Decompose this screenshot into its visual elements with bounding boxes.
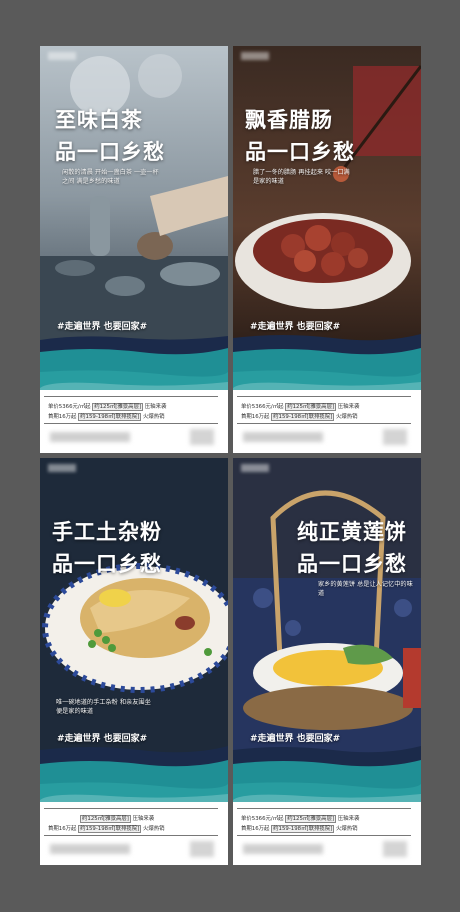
info-line-1: 单价5366元/㎡起 约125㎡[雅景高层] 压轴来袭	[241, 403, 360, 411]
blurred-qr-code	[190, 429, 214, 445]
poster-hashtag: #走遍世界 也要回家#	[57, 734, 148, 744]
poster-slogan: 品一口乡愁	[245, 140, 355, 164]
blurred-phone-number	[50, 844, 130, 854]
poster-hashtag: #走遍世界 也要回家#	[250, 322, 341, 332]
info-line-1: 约125㎡[雅景高层] 压轴来袭	[80, 815, 155, 823]
blurred-qr-code	[383, 429, 407, 445]
poster-hashtag: #走遍世界 也要回家#	[250, 734, 341, 744]
poster-sausage: 飘香腊肠 品一口乡愁 腊了一冬的腊肠 再挂起来 咬一口满是家的味道 #走遍世界 …	[233, 46, 421, 453]
brand-logo	[48, 464, 76, 472]
brush-stroke-band	[40, 746, 228, 802]
info-line-2: 首期16万起 约159-198㎡[联排揽院] 火爆热销	[241, 413, 358, 421]
brush-stroke-band	[40, 336, 228, 390]
pancake-photo	[233, 458, 421, 758]
blurred-qr-code	[190, 841, 214, 857]
brand-logo	[241, 464, 269, 472]
sausage-photo	[233, 46, 421, 346]
info-line-2: 首期16万起 约159-198㎡[联排揽院] 火爆热销	[48, 413, 165, 421]
brush-stroke-band	[233, 746, 421, 802]
brand-logo	[241, 52, 269, 60]
poster-white-tea: 至味白茶 品一口乡愁 闲散的清晨 开始一盏白茶 一壶一杯之间 满是乡愁的味道 #…	[40, 46, 228, 453]
poster-subtitle: 腊了一冬的腊肠 再挂起来 咬一口满是家的味道	[253, 169, 350, 185]
info-line-1: 单价5366元/㎡起 约125㎡[雅景高层] 压轴来袭	[241, 815, 360, 823]
poster-title: 纯正黄莲饼	[297, 520, 407, 544]
poster-subtitle: 唯一碗地道的手工杂粉 和亲友围坐 便是家的味道	[56, 699, 151, 715]
poster-slogan: 品一口乡愁	[55, 140, 165, 164]
poster-noodles: 手工土杂粉 品一口乡愁 唯一碗地道的手工杂粉 和亲友围坐 便是家的味道 #走遍世…	[40, 458, 228, 865]
blurred-phone-number	[243, 844, 323, 854]
poster-title: 至味白茶	[55, 108, 143, 132]
brush-stroke-band	[233, 334, 421, 390]
blurred-phone-number	[50, 432, 130, 442]
poster-hashtag: #走遍世界 也要回家#	[57, 322, 148, 332]
poster-pancake: 纯正黄莲饼 品一口乡愁 家乡的黄莲饼 总是让人记忆中的味道 #走遍世界 也要回家…	[233, 458, 421, 865]
brand-logo	[48, 52, 76, 60]
poster-title: 飘香腊肠	[245, 108, 333, 132]
poster-slogan: 品一口乡愁	[52, 552, 162, 576]
blurred-qr-code	[383, 841, 407, 857]
poster-subtitle: 闲散的清晨 开始一盏白茶 一壶一杯之间 满是乡愁的味道	[62, 169, 159, 185]
info-line-1: 单价5366元/㎡起 约125㎡[雅景高层] 压轴来袭	[48, 403, 167, 411]
blurred-phone-number	[243, 432, 323, 442]
info-line-2: 首期16万起 约159-198㎡[联排揽院] 火爆热销	[48, 825, 165, 833]
poster-slogan: 品一口乡愁	[297, 552, 407, 576]
tea-photo	[40, 46, 228, 346]
info-line-2: 首期16万起 约159-198㎡[联排揽院] 火爆热销	[241, 825, 358, 833]
poster-title: 手工土杂粉	[52, 520, 162, 544]
poster-subtitle: 家乡的黄莲饼 总是让人记忆中的味道	[318, 581, 413, 597]
